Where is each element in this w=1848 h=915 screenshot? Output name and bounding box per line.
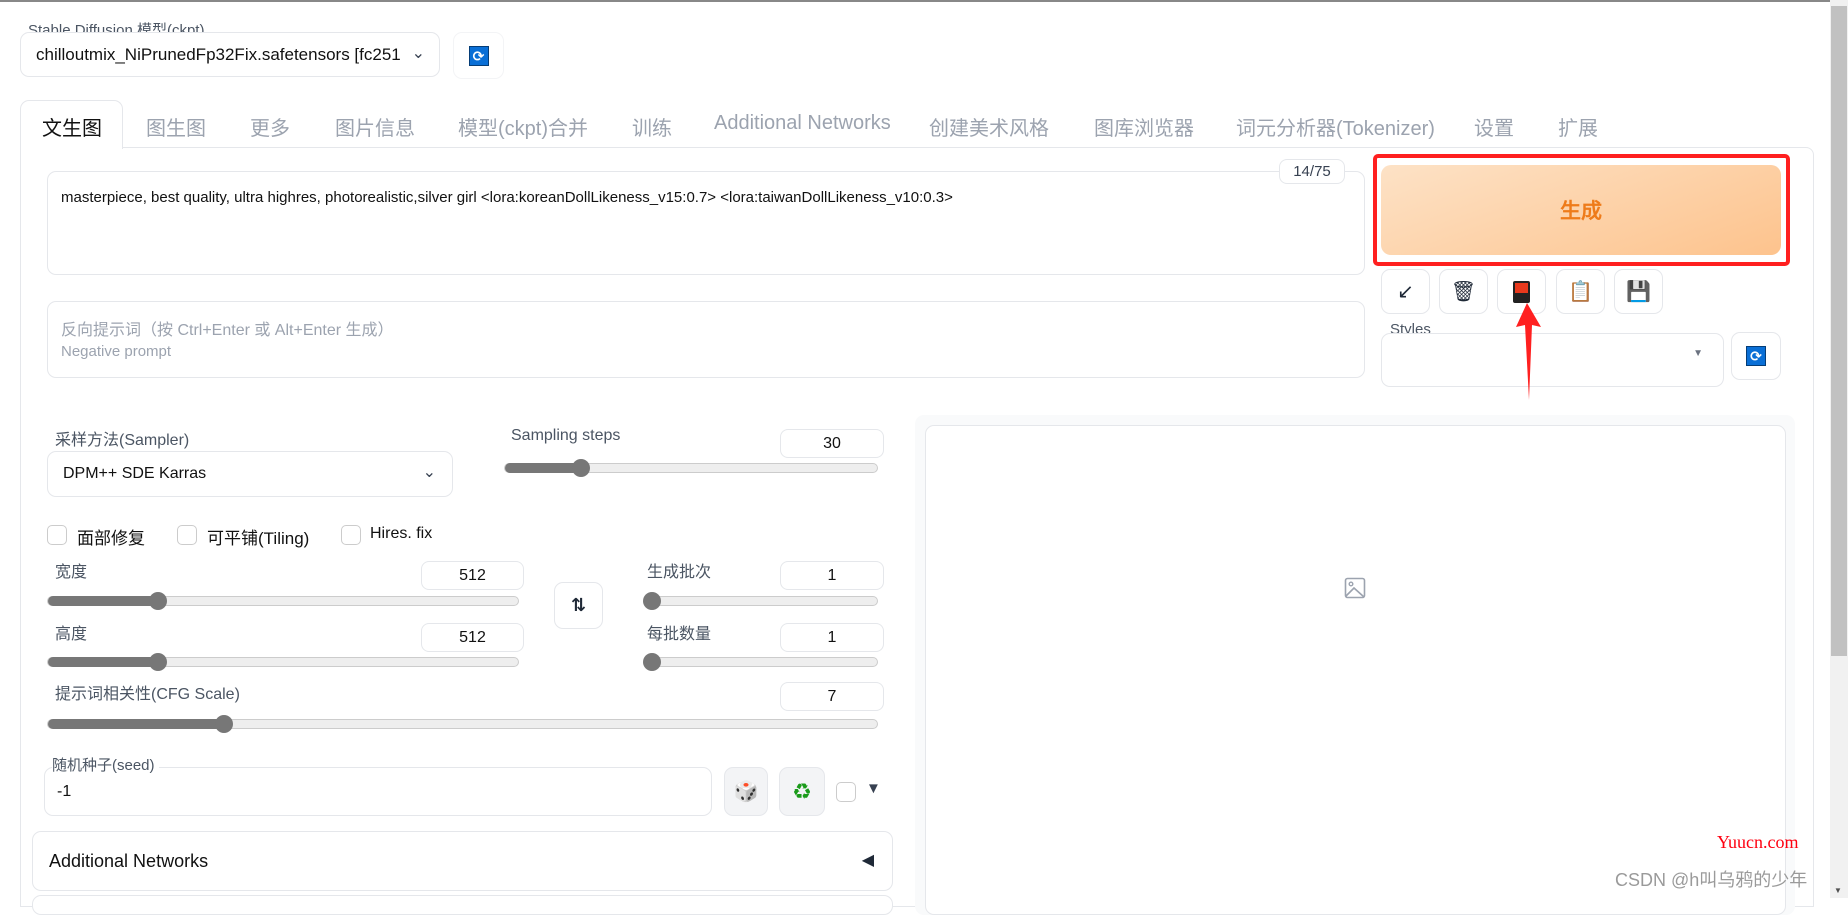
- styles-dropdown[interactable]: ▼: [1381, 333, 1724, 387]
- steps-slider[interactable]: [504, 459, 878, 477]
- additional-networks-accordion[interactable]: Additional Networks ◀: [32, 831, 893, 891]
- dropdown-arrow-icon: ▼: [1693, 348, 1703, 359]
- tiling-checkbox[interactable]: [177, 525, 197, 545]
- window-top-border: [0, 0, 1848, 2]
- trash-icon: 🗑: [1450, 281, 1477, 303]
- cfg-input[interactable]: 7: [780, 682, 884, 711]
- tab-train[interactable]: 训练: [632, 112, 672, 141]
- tiling-label: 可平铺(Tiling): [207, 529, 310, 548]
- clear-prompt-button[interactable]: 🗑: [1439, 269, 1488, 314]
- prompt-input[interactable]: masterpiece, best quality, ultra highres…: [47, 171, 1365, 275]
- dice-icon: 🎲: [733, 781, 759, 803]
- slider-thumb[interactable]: [149, 592, 168, 610]
- model-value: chilloutmix_NiPrunedFp32Fix.safetensors …: [36, 45, 401, 64]
- sampler-value: DPM++ SDE Karras: [63, 465, 207, 482]
- slider-thumb[interactable]: [149, 653, 168, 671]
- tab-settings[interactable]: 设置: [1474, 112, 1514, 141]
- tab-create-style[interactable]: 创建美术风格: [929, 112, 1049, 141]
- expand-triangle-icon[interactable]: ▼: [866, 780, 881, 797]
- sampler-dropdown[interactable]: DPM++ SDE Karras ⌄: [47, 451, 453, 497]
- seed-label: 随机种子(seed): [52, 754, 159, 775]
- random-seed-button[interactable]: 🎲: [724, 767, 768, 816]
- batch-count-input[interactable]: 1: [780, 561, 884, 590]
- face-restore-checkbox[interactable]: [47, 525, 67, 545]
- collapse-triangle-icon: ◀: [861, 852, 874, 869]
- sampler-label: 采样方法(Sampler): [55, 432, 190, 449]
- extra-seed-checkbox[interactable]: [836, 782, 856, 802]
- face-restore-label: 面部修复: [77, 529, 145, 548]
- steps-input[interactable]: 30: [780, 429, 884, 458]
- height-slider[interactable]: [47, 653, 519, 671]
- site-watermark: Yuucn.com: [1717, 832, 1799, 852]
- slider-thumb[interactable]: [214, 715, 233, 733]
- refresh-icon: ⟳: [1746, 346, 1766, 366]
- clipboard-icon: 📋: [1568, 281, 1593, 303]
- batch-count-label: 生成批次: [647, 564, 712, 581]
- scroll-down-icon[interactable]: ▼: [1834, 886, 1842, 895]
- swap-arrows-icon: ⇅: [570, 595, 587, 615]
- swap-dimensions-button[interactable]: ⇅: [554, 582, 603, 629]
- slider-thumb[interactable]: [643, 592, 661, 610]
- additional-networks-label: Additional Networks: [49, 851, 209, 871]
- batch-size-slider[interactable]: [643, 653, 878, 671]
- width-label: 宽度: [55, 564, 88, 581]
- apply-style-button[interactable]: 📋: [1556, 269, 1605, 314]
- output-gallery: [925, 425, 1786, 915]
- token-counter: 14/75: [1279, 159, 1345, 184]
- tab-additional-networks[interactable]: Additional Networks: [714, 112, 891, 135]
- tab-txt2img[interactable]: 文生图: [42, 112, 102, 141]
- prompt-text: masterpiece, best quality, ultra highres…: [61, 189, 953, 206]
- save-icon: 💾: [1626, 281, 1651, 303]
- height-input[interactable]: 512: [421, 623, 524, 652]
- model-dropdown[interactable]: chilloutmix_NiPrunedFp32Fix.safetensors …: [20, 32, 440, 77]
- slider-thumb[interactable]: [643, 653, 661, 671]
- chevron-down-icon: ⌄: [422, 464, 436, 481]
- arrow-icon: ↙: [1397, 281, 1414, 303]
- hires-fix-checkbox[interactable]: [341, 525, 361, 545]
- generate-button[interactable]: 生成: [1381, 165, 1781, 255]
- steps-label: Sampling steps: [511, 427, 621, 444]
- negative-placeholder-1: 反向提示词（按 Ctrl+Enter 或 Alt+Enter 生成）: [61, 322, 394, 339]
- tab-png-info[interactable]: 图片信息: [335, 112, 415, 141]
- image-placeholder-icon: [1344, 577, 1366, 599]
- cfg-slider[interactable]: [47, 715, 878, 733]
- refresh-icon: ⟳: [468, 45, 489, 66]
- scrollbar-thumb[interactable]: [1831, 6, 1847, 656]
- tab-extras[interactable]: 更多: [250, 112, 290, 141]
- hires-fix-label: Hires. fix: [370, 525, 433, 542]
- negative-placeholder-2: Negative prompt: [61, 343, 172, 360]
- batch-count-slider[interactable]: [643, 592, 878, 610]
- cfg-label: 提示词相关性(CFG Scale): [55, 686, 240, 703]
- tab-extensions[interactable]: 扩展: [1558, 112, 1598, 141]
- next-accordion[interactable]: [32, 895, 893, 915]
- styles-refresh-button[interactable]: ⟳: [1731, 332, 1781, 380]
- red-arrow-annotation: [1516, 303, 1541, 400]
- reuse-seed-button[interactable]: ♻: [779, 767, 825, 816]
- save-style-button[interactable]: 💾: [1614, 269, 1663, 314]
- batch-size-label: 每批数量: [647, 626, 712, 643]
- batch-size-input[interactable]: 1: [780, 623, 884, 652]
- tab-image-browser[interactable]: 图库浏览器: [1094, 112, 1194, 141]
- width-slider[interactable]: [47, 592, 519, 610]
- tab-img2img[interactable]: 图生图: [146, 112, 206, 141]
- read-params-button[interactable]: ↙: [1381, 269, 1430, 314]
- height-label: 高度: [55, 626, 88, 643]
- author-watermark: CSDN @h叫乌鸦的少年: [1615, 870, 1808, 890]
- tab-checkpoint-merger[interactable]: 模型(ckpt)合并: [458, 112, 588, 141]
- model-refresh-button[interactable]: ⟳: [453, 32, 504, 79]
- seed-value: -1: [57, 783, 72, 800]
- scrollbar[interactable]: ▼: [1830, 0, 1848, 898]
- width-input[interactable]: 512: [421, 561, 524, 590]
- negative-prompt-input[interactable]: 反向提示词（按 Ctrl+Enter 或 Alt+Enter 生成） Negat…: [47, 301, 1365, 378]
- recycle-icon: ♻: [792, 778, 812, 804]
- tab-tokenizer[interactable]: 词元分析器(Tokenizer): [1236, 112, 1435, 141]
- chevron-down-icon: ⌄: [411, 45, 425, 62]
